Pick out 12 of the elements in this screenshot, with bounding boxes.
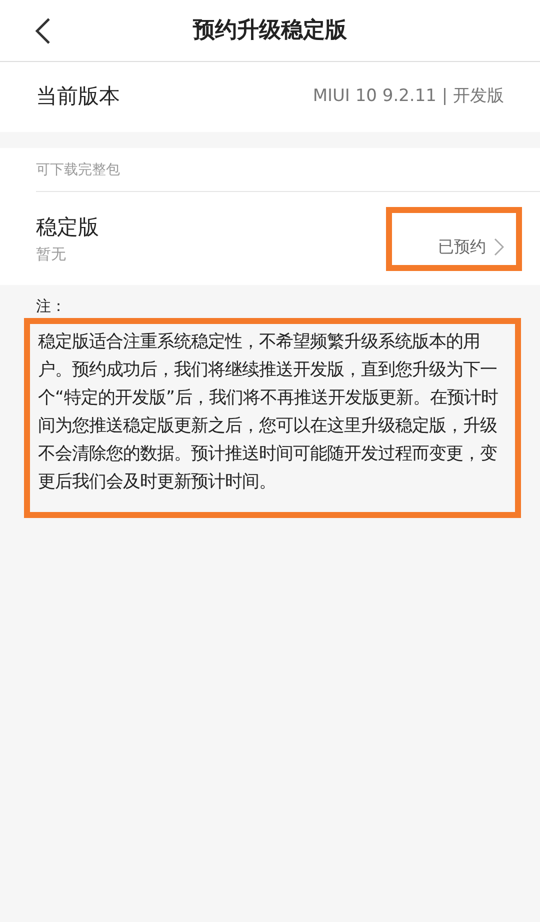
- note-text: 稳定版适合注重系统稳定性，不希望频繁升级系统版本的用户。预约成功后，我们将继续推送开发版，直到您升级为下一个“特定的开发版”后，我们将不再推送开发版更新。在预计时间为您推送稳定版更新之后，您可以在这里升级稳定版，升级不会清除您的数据。预计推送时间可能随开发过程而变更，变更后我们会及时更新预计时间。: [24, 318, 521, 518]
- section-header: 可下载完整包: [36, 148, 540, 192]
- item-title: 稳定版: [36, 214, 99, 240]
- status-text: 已预约: [438, 236, 486, 258]
- setting-label: 当前版本: [36, 83, 120, 110]
- back-icon[interactable]: [34, 17, 52, 45]
- chevron-right-icon: [494, 238, 504, 256]
- item-subtitle: 暂无: [36, 244, 67, 265]
- note-label: 注：: [35, 296, 67, 317]
- page-title: 预约升级稳定版: [193, 16, 347, 45]
- list-item[interactable]: 稳定版 暂无 已预约: [0, 192, 540, 285]
- version-value: MIUI 10 9.2.11 | 开发版: [312, 85, 504, 108]
